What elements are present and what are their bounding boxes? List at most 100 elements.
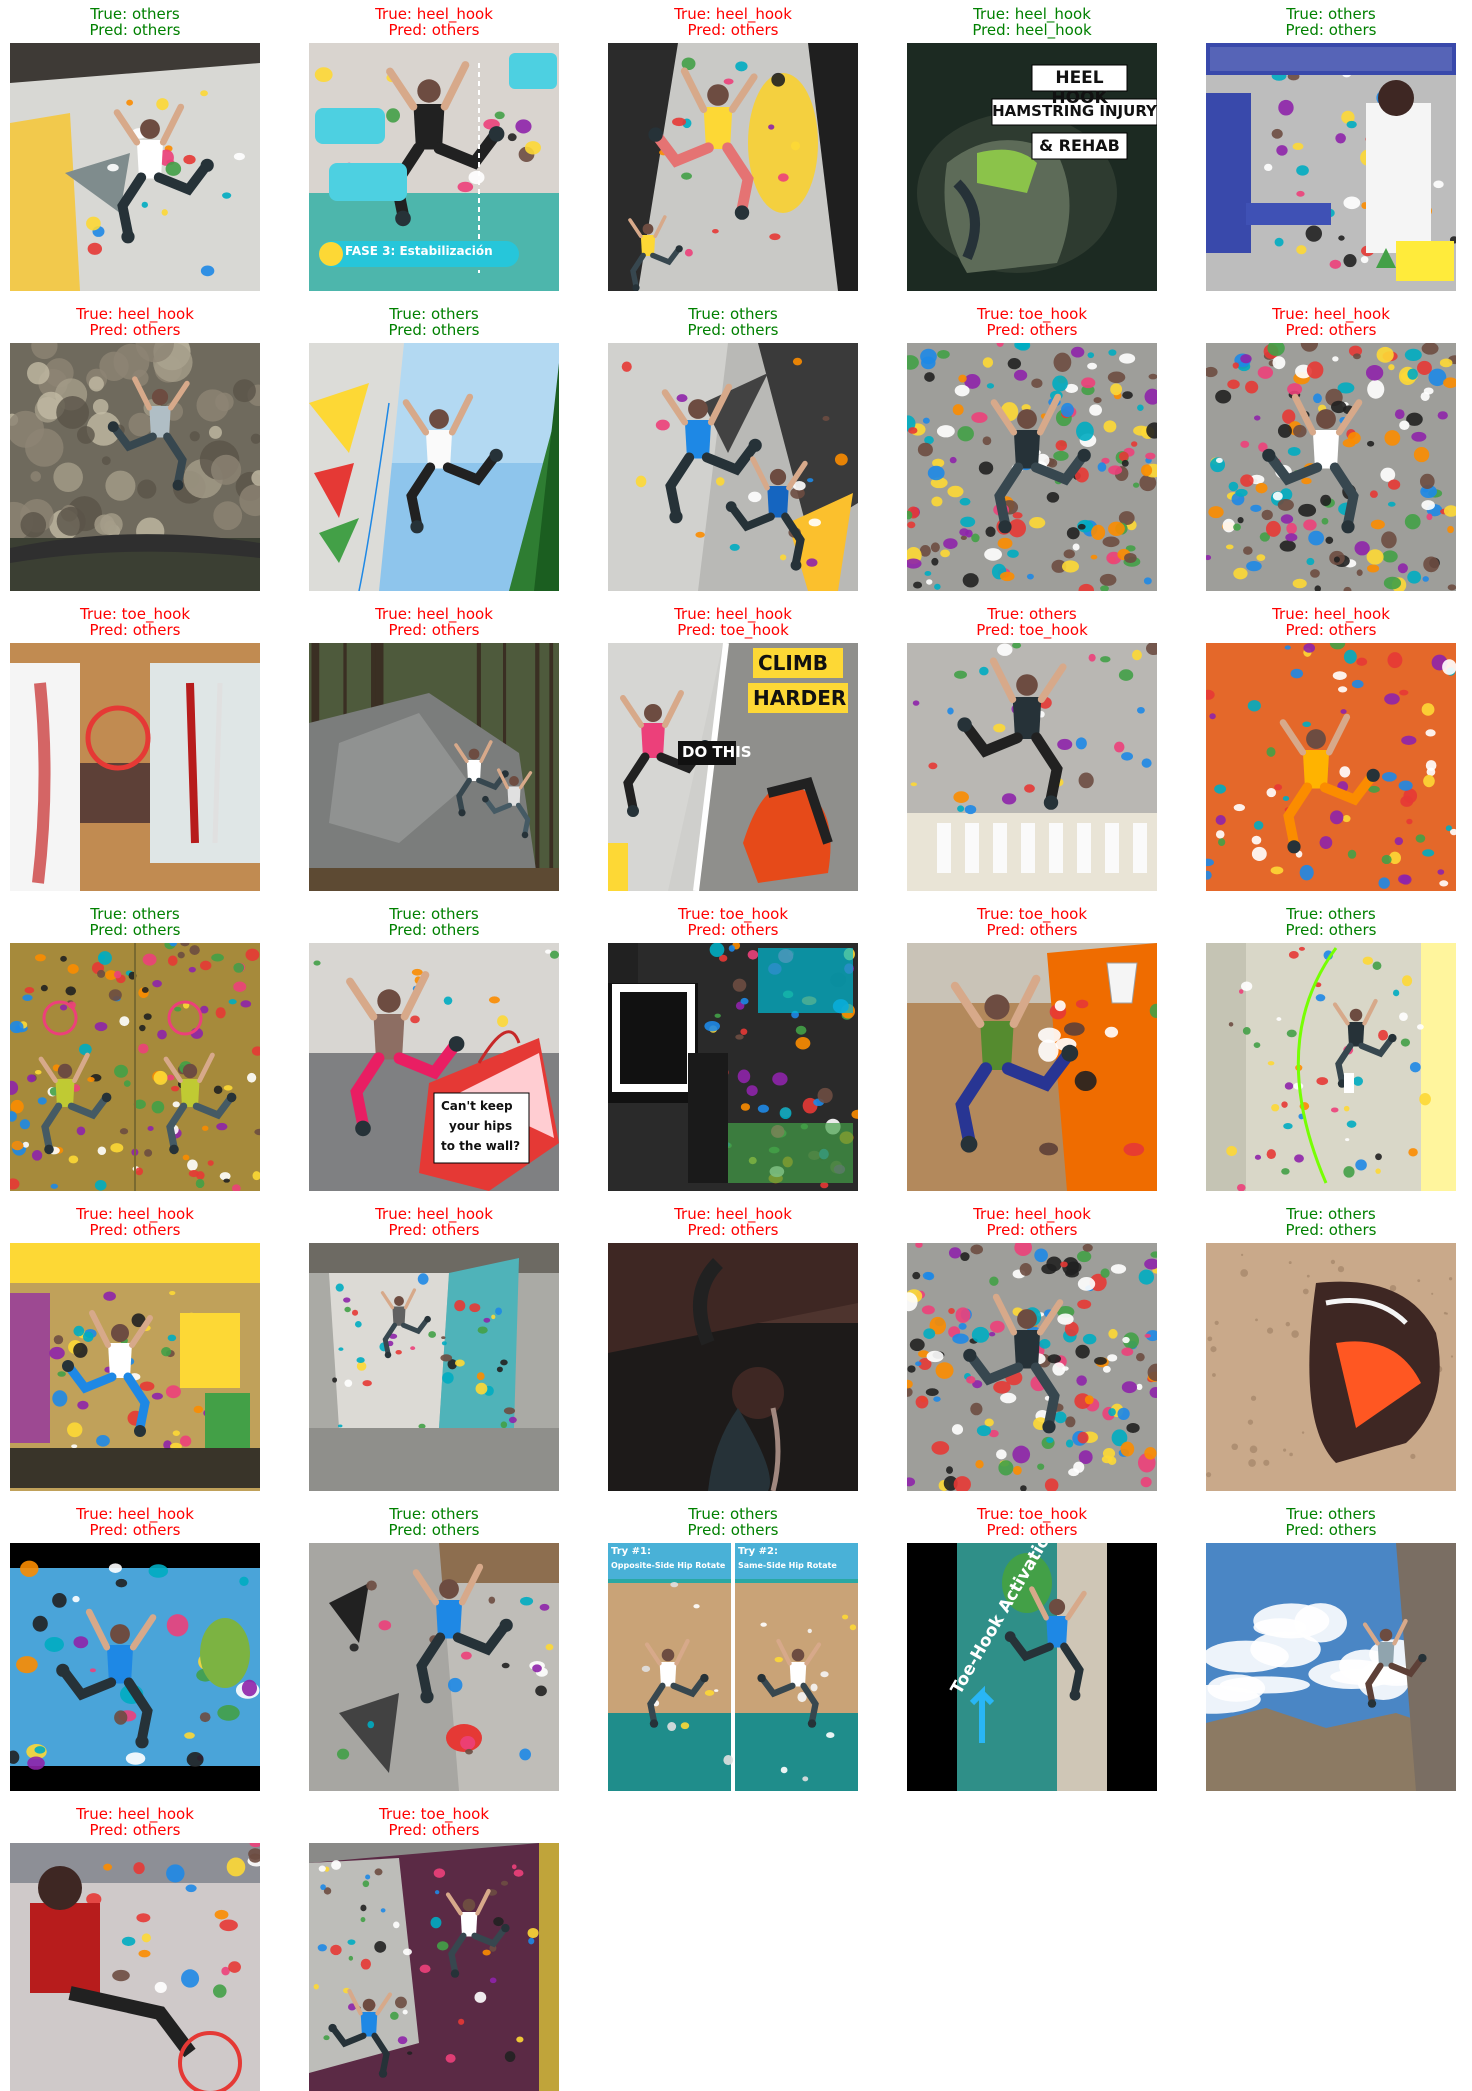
true-label: True: others [90, 5, 180, 23]
prediction-caption: True: others Pred: others [10, 906, 260, 938]
pred-label: Pred: others [89, 21, 181, 39]
prediction-cell: True: others Pred: toe_hook [907, 606, 1157, 891]
pred-label: Pred: others [687, 1521, 779, 1539]
true-label: True: heel_hook [76, 305, 194, 323]
thumbnail-image [10, 943, 260, 1191]
pred-label: Pred: others [1285, 321, 1377, 339]
prediction-caption: True: others Pred: others [309, 906, 559, 938]
thumbnail-caption-line: HAMSTRING INJURY [992, 102, 1157, 120]
thumbnail-image [1206, 343, 1456, 591]
climbing-thumbnail [10, 643, 260, 891]
prediction-cell: True: heel_hook Pred: others FASE 3: Estab… [309, 5, 559, 291]
pred-label: Pred: others [687, 1221, 779, 1239]
thumbnail-caption-line: your hips [449, 1119, 513, 1133]
true-label: True: others [1286, 1505, 1376, 1523]
true-label: True: heel_hook [76, 1505, 194, 1523]
thumbnail-caption-line: CLIMB [758, 651, 829, 675]
thumbnail-image [1206, 1243, 1456, 1491]
prediction-grid: True: others Pred: others True: heel_hook P… [0, 0, 1472, 2091]
thumbnail-image [1206, 643, 1456, 891]
prediction-caption: True: heel_hook Pred: others [608, 1206, 858, 1238]
prediction-caption: True: heel_hook Pred: others [1206, 606, 1456, 638]
pred-label: Pred: others [986, 1221, 1078, 1239]
pred-label: Pred: others [1285, 1521, 1377, 1539]
pred-label: Pred: others [687, 321, 779, 339]
prediction-cell: True: heel_hook Pred: others [907, 1206, 1157, 1491]
prediction-cell: True: toe_hook Pred: others [907, 306, 1157, 591]
true-label: True: toe_hook [378, 1805, 490, 1823]
pred-label: Pred: others [687, 21, 779, 39]
true-label: True: heel_hook [674, 1205, 792, 1223]
climbing-thumbnail [907, 343, 1157, 591]
thumbnail-image [10, 1843, 260, 2091]
climbing-thumbnail [608, 943, 858, 1191]
climbing-thumbnail [10, 943, 260, 1191]
thumbnail-image [608, 943, 858, 1191]
true-label: True: others [688, 1505, 778, 1523]
climbing-thumbnail [907, 643, 1157, 891]
pred-label: Pred: others [1285, 921, 1377, 939]
thumbnail-caption-line: to the wall? [441, 1139, 521, 1153]
thumbnail-image [309, 1543, 559, 1791]
climbing-thumbnail [907, 1243, 1157, 1491]
pred-label: Pred: others [1285, 1221, 1377, 1239]
pred-label: Pred: others [388, 21, 480, 39]
prediction-caption: True: toe_hook Pred: others [907, 906, 1157, 938]
prediction-caption: True: toe_hook Pred: others [309, 1806, 559, 1838]
thumbnail-image [907, 1243, 1157, 1491]
pred-label: Pred: others [89, 1221, 181, 1239]
prediction-caption: True: toe_hook Pred: others [608, 906, 858, 938]
climbing-thumbnail: FASE 3: Estabilización [309, 43, 559, 291]
climbing-thumbnail [1206, 943, 1456, 1191]
true-label: True: heel_hook [76, 1805, 194, 1823]
climbing-thumbnail [1206, 643, 1456, 891]
prediction-cell: True: heel_hook Pred: others [10, 1505, 260, 1791]
thumbnail-image [907, 943, 1157, 1191]
true-label: True: heel_hook [973, 5, 1091, 23]
prediction-caption: True: heel_hook Pred: heel_hook [907, 6, 1157, 38]
prediction-caption: True: toe_hook Pred: others [907, 1506, 1157, 1538]
prediction-cell: True: heel_hook Pred: others [10, 305, 260, 591]
climbing-thumbnail [1206, 1543, 1456, 1791]
climbing-thumbnail [309, 1243, 559, 1491]
thumbnail-caption-line: & REHAB [1039, 136, 1120, 155]
thumbnail-caption-line: Can't keep [441, 1099, 513, 1113]
pred-label: Pred: others [388, 1521, 480, 1539]
thumbnail-caption-line: Opposite-Side Hip Rotate [611, 1561, 726, 1570]
prediction-cell: True: heel_hook Pred: heel_hook HEEL HOOK H… [907, 6, 1157, 291]
thumbnail-image [309, 1243, 559, 1491]
prediction-caption: True: toe_hook Pred: others [10, 606, 260, 638]
prediction-caption: True: heel_hook Pred: others [907, 1206, 1157, 1238]
true-label: True: heel_hook [76, 1205, 194, 1223]
thumbnail-caption-line: HARDER [753, 686, 847, 710]
climbing-thumbnail [10, 1843, 260, 2091]
prediction-cell: True: others Pred: others [10, 906, 260, 1191]
prediction-caption: True: heel_hook Pred: toe_hook [608, 606, 858, 638]
prediction-cell: True: heel_hook Pred: others [608, 1206, 858, 1491]
true-label: True: heel_hook [375, 5, 493, 23]
prediction-cell: True: toe_hook Pred: others [608, 906, 858, 1191]
climbing-thumbnail [309, 643, 559, 891]
thumbnail-caption-line: Same-Side Hip Rotate [738, 1561, 837, 1570]
prediction-cell: True: toe_hook Pred: others [907, 906, 1157, 1191]
climbing-thumbnail [907, 943, 1157, 1191]
prediction-cell: True: others Pred: others [608, 306, 858, 591]
pred-label: Pred: toe_hook [677, 621, 789, 639]
true-label: True: others [389, 905, 479, 923]
prediction-cell: True: heel_hook Pred: others [10, 1805, 260, 2091]
true-label: True: heel_hook [375, 605, 493, 623]
prediction-caption: True: others Pred: others [1206, 6, 1456, 38]
prediction-caption: True: heel_hook Pred: others [1206, 306, 1456, 338]
climbing-thumbnail [309, 1543, 559, 1791]
pred-label: Pred: others [89, 1521, 181, 1539]
thumbnail-image [1206, 43, 1456, 291]
prediction-cell: True: others Pred: others [1206, 1505, 1456, 1791]
thumbnail-image [608, 1243, 858, 1491]
pred-label: Pred: others [986, 1521, 1078, 1539]
climbing-thumbnail [10, 343, 260, 591]
climbing-thumbnail: Try #1: Opposite-Side Hip Rotate Try #2: Sa… [608, 1543, 858, 1791]
prediction-cell: True: others Pred: others Try #1: Opposite-… [608, 1505, 858, 1791]
thumbnail-image [1206, 1543, 1456, 1791]
thumbnail-image [608, 1543, 858, 1791]
pred-label: Pred: others [1285, 21, 1377, 39]
